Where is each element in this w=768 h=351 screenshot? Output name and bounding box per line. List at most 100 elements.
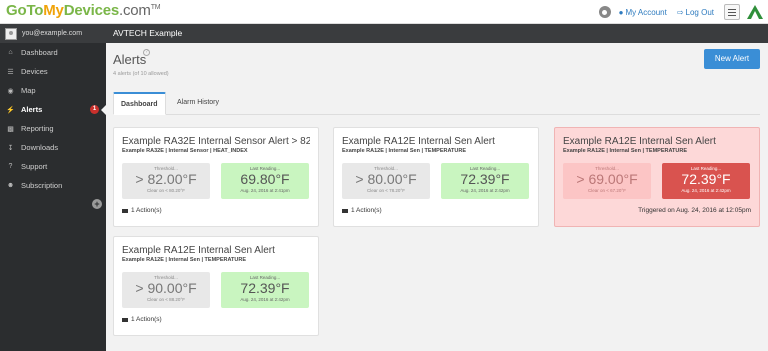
sidebar-item-label: Subscription — [21, 181, 63, 190]
logo[interactable]: GoToMyDevices.comTM — [6, 2, 161, 19]
sidebar-item-label: Downloads — [21, 143, 59, 152]
new-alert-button[interactable]: New Alert — [704, 49, 760, 69]
logo-go: Go — [6, 2, 27, 19]
my-account-link[interactable]: ● My Account — [619, 8, 667, 17]
sidebar-item-map[interactable]: ◉ Map — [0, 81, 106, 100]
reading-value: 72.39°F — [460, 171, 510, 187]
alert-title: Example RA12E Internal Sen Alert — [563, 136, 716, 147]
actions-label: 1 Action(s) — [131, 207, 162, 214]
envelope-icon — [122, 317, 128, 322]
question-icon: ? — [8, 163, 13, 170]
users-icon: ☻ — [6, 182, 15, 189]
alert-title: Example RA32E Internal Sensor Alert > 82 — [122, 136, 310, 147]
threshold-value: > 82.00°F — [135, 171, 197, 187]
envelope-icon — [342, 208, 348, 213]
reading-box: Last Reading... 72.39°F Aug. 24, 2016 at… — [662, 163, 750, 199]
logo-devices: Devices — [63, 2, 120, 19]
clear-value: Clear on < 80.20°F — [147, 188, 185, 193]
user-avatar-icon[interactable] — [598, 6, 611, 18]
home-icon: ⌂ — [8, 49, 13, 56]
sidebar-item-label: Support — [21, 162, 48, 171]
tab-dashboard[interactable]: Dashboard — [113, 92, 166, 115]
threshold-box: Threshold... > 82.00°F Clear on < 80.20°… — [122, 163, 210, 199]
sidebar-item-label: Dashboard — [21, 48, 58, 57]
sidebar-item-devices[interactable]: ☰ Devices — [0, 62, 106, 81]
logo-dotcom: .com — [119, 2, 151, 19]
alert-count: 4 alerts (of 10 allowed) — [113, 71, 169, 77]
reading-time: Aug. 24, 2016 at 2:42pm — [681, 188, 731, 193]
triggered-text: Triggered on Aug. 24, 2016 at 12:05pm — [638, 207, 751, 214]
reading-time: Aug. 24, 2016 at 2:42pm — [460, 188, 510, 193]
logo-my: My — [43, 2, 64, 19]
actions-link[interactable]: 1 Action(s) — [122, 207, 162, 214]
log-out-label: Log Out — [685, 7, 714, 17]
sidebar-item-label: Devices — [21, 67, 48, 76]
reading-box: Last Reading... 69.80°F Aug. 24, 2016 at… — [221, 163, 309, 199]
actions-link[interactable]: 1 Action(s) — [122, 316, 162, 323]
reading-box: Last Reading... 72.39°F Aug. 24, 2016 at… — [441, 163, 529, 199]
user-icon: ● — [618, 7, 624, 17]
page-title: Alerts — [113, 52, 147, 67]
sidebar-item-label: Map — [21, 86, 36, 95]
actions-label: 1 Action(s) — [131, 316, 162, 323]
logo-tm: TM — [150, 4, 161, 11]
top-bar: GoToMyDevices.comTM ● My Account ⇨ Log Out — [0, 0, 768, 24]
reading-time: Aug. 24, 2016 at 2:42pm — [240, 297, 290, 302]
threshold-box: Threshold... > 90.00°F Clear on < 88.20°… — [122, 272, 210, 308]
reading-value: 72.39°F — [240, 280, 290, 296]
threshold-value: > 90.00°F — [135, 280, 197, 296]
threshold-box: Threshold... > 69.00°F Clear on < 67.20°… — [563, 163, 651, 199]
alert-card[interactable]: Example RA12E Internal Sen Alert Example… — [113, 236, 319, 336]
alert-card[interactable]: Example RA32E Internal Sensor Alert > 82… — [113, 127, 319, 227]
reading-time: Aug. 24, 2016 at 2:41pm — [240, 188, 290, 193]
download-icon: ↧ — [7, 144, 14, 152]
bolt-icon: ⚡ — [6, 106, 15, 114]
threshold-value: > 80.00°F — [355, 171, 417, 187]
sidebar-user-email: you@example.com — [22, 30, 83, 37]
alert-card-triggered[interactable]: Example RA12E Internal Sen Alert Example… — [554, 127, 760, 227]
menu-button[interactable] — [724, 4, 740, 20]
actions-link[interactable]: 1 Action(s) — [342, 207, 382, 214]
tab-bar: Dashboard Alarm History — [113, 92, 760, 115]
alert-subtitle: Example RA12E | Internal Sen | TEMPERATU… — [122, 257, 247, 263]
help-icon[interactable]: ? — [143, 49, 150, 56]
reading-box: Last Reading... 72.39°F Aug. 24, 2016 at… — [221, 272, 309, 308]
my-account-label: My Account — [625, 7, 667, 17]
alert-title: Example RA12E Internal Sen Alert — [342, 136, 495, 147]
sidebar-item-dashboard[interactable]: ⌂ Dashboard — [0, 43, 106, 62]
logo-to: To — [26, 2, 44, 19]
alert-subtitle: Example RA12E | Internal Sen | TEMPERATU… — [563, 148, 688, 154]
sidebar-item-label: Alerts — [21, 105, 43, 114]
alert-card[interactable]: Example RA12E Internal Sen Alert Example… — [333, 127, 539, 227]
sidebar-item-subscription[interactable]: ☻ Subscription — [0, 176, 106, 195]
envelope-icon — [122, 208, 128, 213]
reading-value: 72.39°F — [681, 171, 731, 187]
reading-value: 69.80°F — [240, 171, 290, 187]
alert-subtitle: Example RA32E | Internal Sensor | HEAT_I… — [122, 148, 248, 154]
sidebar: you@example.com ⌂ Dashboard ☰ Devices ◉ Map… — [0, 24, 106, 351]
brand-badge-icon — [746, 3, 764, 21]
sidebar-item-label: Reporting — [21, 124, 54, 133]
threshold-value: > 69.00°F — [576, 171, 638, 187]
list-icon: ☰ — [7, 68, 14, 76]
log-out-link[interactable]: ⇨ Log Out — [677, 8, 714, 17]
sidebar-item-reporting[interactable]: ▩ Reporting — [0, 119, 106, 138]
sidebar-user[interactable]: you@example.com — [0, 24, 106, 43]
bar-chart-icon: ▩ — [7, 125, 14, 133]
clear-value: Clear on < 67.20°F — [588, 188, 626, 193]
tab-alarm-history[interactable]: Alarm History — [170, 92, 226, 115]
actions-label: 1 Action(s) — [351, 207, 382, 214]
sidebar-item-alerts[interactable]: ⚡ Alerts 1 — [0, 100, 106, 119]
page-header: AVTECH Example — [106, 24, 768, 43]
clear-value: Clear on < 78.20°F — [367, 188, 405, 193]
globe-icon: ◉ — [7, 87, 14, 95]
alerts-count-badge: 1 — [90, 105, 99, 114]
threshold-box: Threshold... > 80.00°F Clear on < 78.20°… — [342, 163, 430, 199]
sidebar-item-support[interactable]: ? Support — [0, 157, 106, 176]
clear-value: Clear on < 88.20°F — [147, 297, 185, 302]
sidebar-item-downloads[interactable]: ↧ Downloads — [0, 138, 106, 157]
logout-icon: ⇨ — [676, 7, 684, 17]
sidebar-collapse-icon[interactable]: + — [92, 199, 102, 209]
alert-title: Example RA12E Internal Sen Alert — [122, 245, 275, 256]
alert-subtitle: Example RA12E | Internal Sen | TEMPERATU… — [342, 148, 467, 154]
